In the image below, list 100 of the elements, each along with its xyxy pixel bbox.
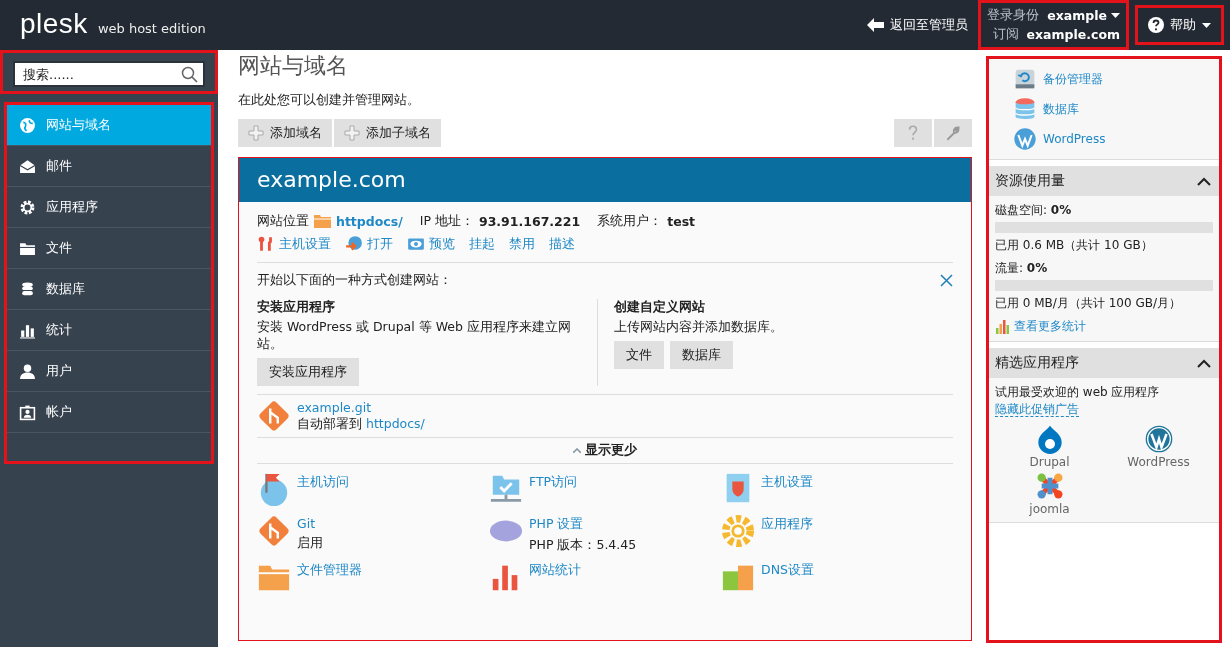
repo-link[interactable]: example.git [297, 400, 425, 416]
user-icon [19, 362, 36, 380]
chevron-up-icon[interactable] [1197, 176, 1211, 186]
option-button[interactable]: 安装应用程序 [257, 358, 359, 386]
tool-detail: PHP 版本：5.4.45 [529, 537, 637, 554]
app-tile[interactable]: Drupal [995, 424, 1104, 469]
chevron-up-icon [573, 448, 581, 453]
search-icon[interactable] [181, 66, 198, 83]
back-to-admin-link[interactable]: 返回至管理员 [867, 16, 969, 34]
show-less-toggle[interactable]: 显示更少 [257, 438, 953, 464]
gear-icon [721, 514, 755, 548]
app-tile[interactable]: joomla [995, 471, 1104, 516]
shortcut-link[interactable]: 数据库 [1013, 97, 1195, 121]
database-icon [19, 280, 36, 298]
promo-text: 试用最受欢迎的 web 应用程序 隐藏此促销广告 [995, 384, 1161, 418]
tool-link[interactable]: 应用程序 [761, 516, 813, 533]
gear-icon [19, 198, 36, 216]
option-button[interactable]: 文件 [613, 341, 664, 369]
usage-text: 已用 0.6 MB（共计 10 GB） [995, 237, 1154, 254]
tool-link[interactable]: 文件管理器 [297, 562, 362, 579]
option-heading: 创建自定义网站 [613, 299, 706, 316]
shortcut-link[interactable]: 备份管理器 [1013, 67, 1195, 91]
meter-value: 0% [1050, 203, 1072, 217]
action-link[interactable]: 禁用 [509, 235, 535, 253]
tool-link[interactable]: PHP 设置 [529, 516, 637, 533]
ip-label: IP 地址： [419, 212, 474, 230]
add-button[interactable]: 添加子域名 [334, 119, 441, 147]
tool-link[interactable]: FTP访问 [529, 474, 578, 491]
location-link[interactable]: httpdocs/ [336, 213, 403, 229]
nav-item[interactable]: 网站与域名 [7, 105, 211, 146]
caret-icon [1202, 22, 1211, 28]
arrow-left-icon [867, 18, 885, 32]
domain-title: example.com [239, 158, 971, 202]
edition-label: web host edition [97, 20, 206, 36]
shortcut-link[interactable]: WordPress [1013, 127, 1195, 151]
nav-item[interactable]: 邮件 [7, 146, 211, 187]
usage-text: 已用 0 MB/月（共计 100 GB/月） [995, 295, 1182, 312]
close-icon[interactable] [940, 273, 953, 287]
login-label: 登录身份 [987, 7, 1040, 24]
search-field[interactable]: 搜索...... [13, 61, 205, 87]
nav-item[interactable]: 用户 [7, 351, 211, 392]
more-stats-link[interactable]: 查看更多统计 [995, 318, 1213, 335]
tool-detail: 启用 [297, 535, 323, 552]
nav-item[interactable]: 帐户 [7, 392, 211, 433]
option-description: 上传网站内容并添加数据库。 [613, 318, 784, 335]
meter-label: 流量: [995, 261, 1025, 275]
add-button[interactable]: 添加域名 [238, 119, 332, 147]
wordpress-logo-icon [1013, 127, 1037, 151]
system-user-label: 系统用户： [597, 212, 663, 230]
meter-value: 0% [1026, 261, 1048, 275]
tool-link[interactable]: DNS设置 [761, 562, 814, 579]
system-user-value: test [667, 213, 696, 229]
app-tile[interactable]: WordPress [1104, 424, 1213, 469]
nav-item[interactable]: 统计 [7, 310, 211, 351]
create-title: 开始以下面的一种方式创建网站： [257, 271, 452, 289]
folder-icon [314, 214, 331, 228]
bar-chart-icon [995, 319, 1011, 334]
drive-restore-icon [1013, 67, 1037, 91]
deploy-target-link[interactable]: httpdocs/ [366, 416, 425, 431]
page-description: 在此处您可以创建并管理网站。 [238, 92, 421, 109]
wordpress-logo-icon [1143, 424, 1174, 454]
subscription-label: 订阅 [992, 26, 1019, 43]
location-label: 网站位置 [257, 212, 309, 230]
page-title: 网站与域名 [238, 52, 349, 80]
action-link[interactable]: 描述 [549, 235, 575, 253]
deploy-label: 自动部署到 [297, 416, 363, 431]
tool-link[interactable]: 主机设置 [761, 474, 813, 491]
envelope-icon [19, 157, 36, 175]
panel-header[interactable]: 精选应用程序 [989, 348, 1219, 378]
action-link[interactable]: 挂起 [469, 235, 495, 253]
id-card-icon [19, 403, 36, 421]
tool-link[interactable]: 主机访问 [297, 474, 349, 491]
hide-promo-link[interactable]: 隐藏此促销广告 [995, 402, 1079, 417]
help-icon [1148, 17, 1164, 33]
database-icon [1013, 97, 1037, 121]
action-link[interactable]: 主机设置 [257, 235, 331, 253]
action-link[interactable]: 打开 [345, 235, 393, 253]
meter-label: 磁盘空间: [995, 203, 1049, 217]
tools-icon [257, 235, 275, 253]
nav-item[interactable]: 文件 [7, 228, 211, 269]
plesk-logo: plesk [20, 9, 88, 41]
caret-icon [1111, 13, 1120, 18]
option-heading: 安装应用程序 [257, 299, 336, 316]
user-menu[interactable]: example [1047, 8, 1120, 23]
tool-link[interactable]: Git [297, 516, 323, 531]
ip-value: 93.91.167.221 [478, 213, 581, 229]
action-link[interactable]: 预览 [407, 235, 455, 253]
help-menu[interactable]: 帮助 [1135, 5, 1224, 45]
option-button[interactable]: 数据库 [669, 341, 733, 369]
eye-icon [407, 235, 425, 253]
plus-icon [344, 125, 360, 141]
globe-icon [19, 116, 36, 134]
panel-header[interactable]: 资源使用量 [989, 166, 1219, 196]
nav-item[interactable]: 数据库 [7, 269, 211, 310]
tool-link[interactable]: 网站统计 [529, 562, 581, 579]
option-description: 安装 WordPress 或 Drupal 等 Web 应用程序来建立网站。 [257, 318, 572, 352]
plus-icon [248, 125, 264, 141]
nav-item[interactable]: 应用程序 [7, 187, 211, 228]
subscription-menu[interactable]: example.com [1026, 27, 1120, 42]
chevron-up-icon[interactable] [1197, 358, 1211, 368]
